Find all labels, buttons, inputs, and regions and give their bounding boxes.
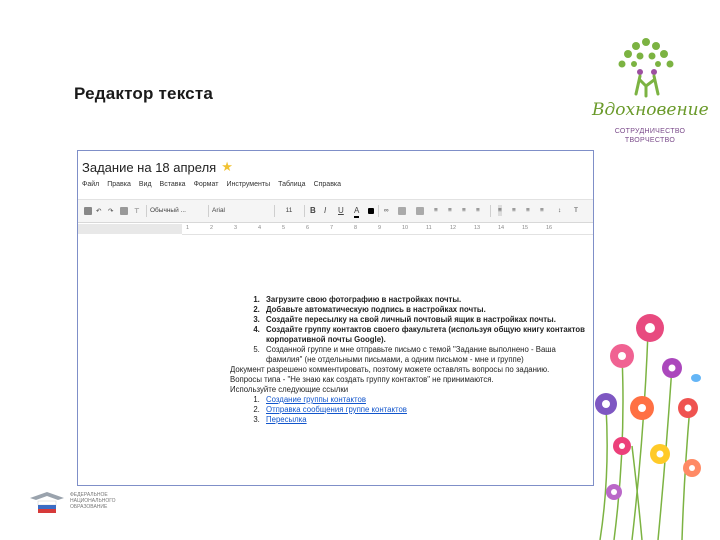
docs-screenshot: Задание на 18 апреля ★ Файл Правка Вид В… <box>77 150 594 486</box>
ruler[interactable]: 1 2 3 4 5 6 7 8 9 10 11 12 13 14 15 16 <box>182 224 593 235</box>
undo-icon[interactable]: ↶ <box>96 205 101 216</box>
logo-wordmark: Вдохновение <box>592 100 709 120</box>
menu-help[interactable]: Справка <box>314 181 341 193</box>
ruler-tick: 11 <box>426 225 432 231</box>
menu-insert[interactable]: Вставка <box>160 181 186 193</box>
list-item: Добавьте автоматическую подпись в настро… <box>262 305 590 315</box>
menu-table[interactable]: Таблица <box>278 181 305 193</box>
menu-format[interactable]: Формат <box>194 181 219 193</box>
ruler-tick: 10 <box>402 225 409 231</box>
font-select[interactable]: Arial <box>212 205 248 216</box>
clear-format-icon[interactable]: T <box>574 205 578 216</box>
ruler-tick: 5 <box>282 225 286 231</box>
eagle-logo-icon <box>30 492 64 513</box>
menu-file[interactable]: Файл <box>82 181 99 193</box>
star-icon[interactable]: ★ <box>221 159 233 175</box>
footer-caption: ФЕДЕРАЛЬНОЕ НАЦИОНАЛЬНОГО ОБРАЗОВАНИЕ <box>70 492 130 510</box>
page-gutter <box>78 235 183 485</box>
style-select[interactable]: Обычный ... <box>150 205 204 216</box>
task-list: Загрузите свою фотографию в настройках п… <box>230 295 590 365</box>
bullet-list-icon[interactable]: ≡ <box>448 205 452 216</box>
slide-title: Редактор текста <box>74 84 214 103</box>
list-item: Создайте пересылку на свой личный почтов… <box>262 315 590 325</box>
logo-subtitle-2: ТВОРЧЕСТВО <box>624 137 676 144</box>
align-center-icon[interactable]: ≡ <box>512 205 516 216</box>
ruler-tick: 3 <box>234 225 238 231</box>
indent-icon[interactable]: ≡ <box>462 205 466 216</box>
link-list: Создание группы контактов Отправка сообщ… <box>230 395 590 425</box>
underline-button[interactable]: U <box>338 205 344 216</box>
align-left-icon[interactable]: ≡ <box>498 205 502 216</box>
ruler-tick: 9 <box>378 225 382 231</box>
link-forwarding[interactable]: Пересылка <box>266 415 307 424</box>
link-icon[interactable]: ∞ <box>384 205 389 216</box>
ruler-tick: 13 <box>474 225 481 231</box>
tree-logo-icon <box>618 38 674 98</box>
clipboard-icon[interactable] <box>120 205 128 216</box>
menu-view[interactable]: Вид <box>139 181 152 193</box>
ruler-tick: 12 <box>450 225 457 231</box>
print-icon[interactable] <box>84 205 92 216</box>
list-item: Созданной группе и мне отправьте письмо … <box>262 345 590 365</box>
toolbar: ↶ ↷ ⊤ Обычный ... Arial 11 B I U A ∞ ≡ ≡… <box>78 199 593 223</box>
logo-subtitle-1: СОТРУДНИЧЕСТВО <box>614 128 686 135</box>
list-item: Пересылка <box>262 415 590 425</box>
italic-button[interactable]: I <box>324 205 326 216</box>
highlight-icon[interactable] <box>368 205 374 216</box>
ruler-tick: 4 <box>258 225 262 231</box>
list-item: Создание группы контактов <box>262 395 590 405</box>
image-icon[interactable] <box>416 205 424 216</box>
document-body[interactable]: Загрузите свою фотографию в настройках п… <box>230 295 590 425</box>
link-create-group[interactable]: Создание группы контактов <box>266 395 366 404</box>
link-send-group[interactable]: Отправка сообщения группе контактов <box>266 405 407 414</box>
ruler-tick: 7 <box>330 225 334 231</box>
line-spacing-icon[interactable]: ↕ <box>558 205 561 216</box>
ruler-tick: 2 <box>210 225 214 231</box>
menu-edit[interactable]: Правка <box>107 181 131 193</box>
menu-bar: Файл Правка Вид Вставка Формат Инструмен… <box>82 181 341 193</box>
list-item: Отправка сообщения группе контактов <box>262 405 590 415</box>
footer-line: ОБРАЗОВАНИЕ <box>70 504 108 510</box>
ruler-tick: 1 <box>186 225 190 231</box>
ruler-tick: 16 <box>546 225 553 231</box>
bold-button[interactable]: B <box>310 205 316 216</box>
document-title[interactable]: Задание на 18 апреля <box>82 160 216 175</box>
ruler-tick: 8 <box>354 225 358 231</box>
note-paragraph: Документ разрешено комментировать, поэто… <box>230 365 550 374</box>
font-size-select[interactable]: 11 <box>282 205 296 216</box>
flowers-decoration-icon <box>595 314 701 540</box>
numbered-list-icon[interactable]: ≡ <box>434 205 438 216</box>
text-color-icon[interactable]: A <box>354 205 360 218</box>
ruler-tick: 14 <box>498 225 505 231</box>
note-paragraph: Вопросы типа - "Не знаю как создать груп… <box>230 375 494 384</box>
ruler-tick: 15 <box>522 225 529 231</box>
comment-icon[interactable] <box>398 205 406 216</box>
note-paragraph: Используйте следующие ссылки <box>230 385 349 394</box>
align-justify-icon[interactable]: ≡ <box>540 205 544 216</box>
list-item: Создайте группу контактов своего факульт… <box>262 325 590 345</box>
ruler-margin <box>78 224 182 234</box>
outdent-icon[interactable]: ≡ <box>476 205 480 216</box>
redo-icon[interactable]: ↷ <box>108 205 113 216</box>
list-item: Загрузите свою фотографию в настройках п… <box>262 295 590 305</box>
paint-format-icon[interactable]: ⊤ <box>134 205 140 216</box>
align-right-icon[interactable]: ≡ <box>526 205 530 216</box>
menu-tools[interactable]: Инструменты <box>226 181 270 193</box>
ruler-tick: 6 <box>306 225 310 231</box>
